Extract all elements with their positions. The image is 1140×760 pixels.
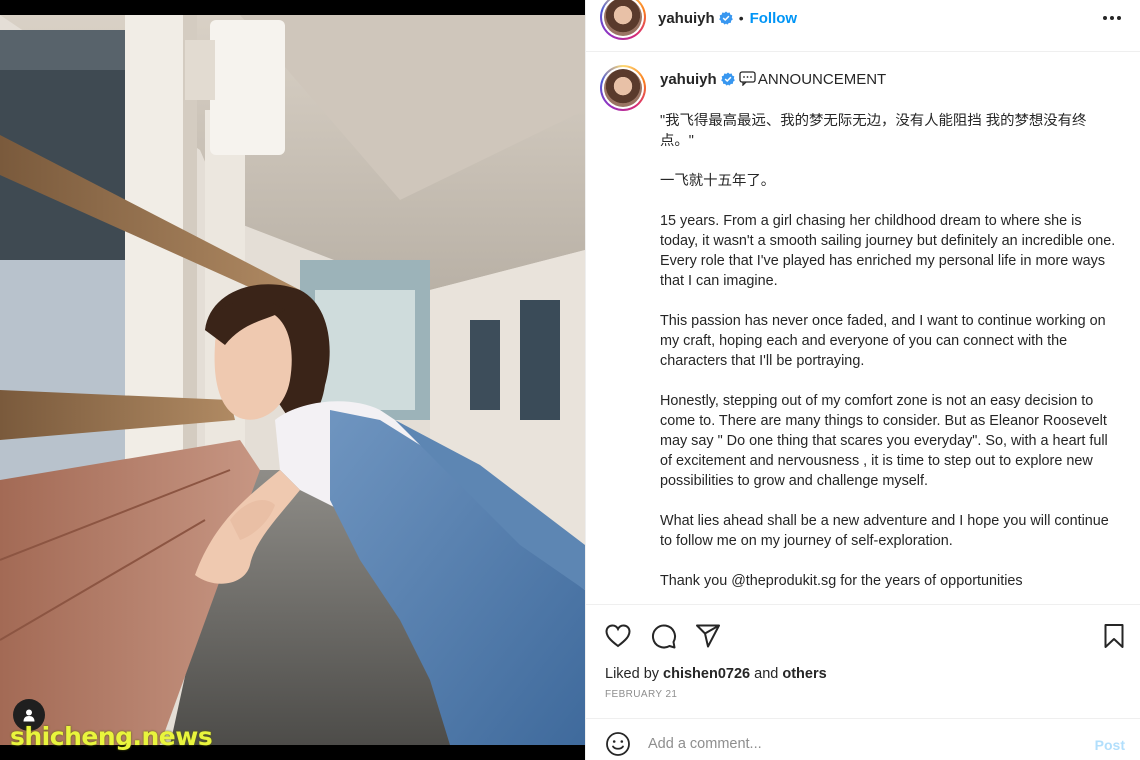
- comment-input[interactable]: [648, 733, 1068, 755]
- caption-paragraph: What lies ahead shall be a new adventure…: [660, 513, 1109, 549]
- bookmark-icon[interactable]: [1100, 622, 1128, 650]
- share-icon[interactable]: [694, 622, 722, 650]
- caption-text: "我飞得最高最远、我的梦无际无边，没有人能阻挡 我的梦想没有终点。" 一飞就十五…: [660, 111, 1120, 604]
- post-photo[interactable]: shicheng.news: [0, 0, 585, 760]
- caption-paragraph: This passion has never once faded, and I…: [660, 313, 1106, 369]
- header-user-line: yahuiyh • Follow: [658, 8, 797, 27]
- caption-paragraph: 一飞就十五年了。: [660, 173, 776, 189]
- likes-summary: Liked by chishen0726 and others: [605, 666, 827, 682]
- heart-icon[interactable]: [604, 622, 632, 650]
- caption-paragraph: "我飞得最高最远、我的梦无际无边，没有人能阻挡 我的梦想没有终点。": [660, 113, 1087, 149]
- more-options-icon[interactable]: [1101, 10, 1123, 26]
- caption-paragraph: Thank you @theprodukit.sg for the years …: [660, 573, 1023, 589]
- post-comment-button[interactable]: Post: [1095, 737, 1125, 753]
- speech-balloon-icon: [739, 71, 756, 86]
- post-date[interactable]: February 21: [605, 689, 677, 700]
- post-sidebar: yahuiyh • Follow yahuiyh ANNOUNCEMENT "我…: [585, 0, 1140, 760]
- emoji-icon[interactable]: [605, 731, 631, 757]
- caption-paragraph: Honestly, stepping out of my comfort zon…: [660, 393, 1108, 489]
- header-avatar[interactable]: [600, 0, 646, 40]
- photo-scene: [0, 15, 585, 745]
- header-separator: •: [738, 10, 744, 26]
- likes-prefix: Liked by: [605, 666, 660, 682]
- caption-avatar[interactable]: [600, 65, 646, 111]
- follow-button[interactable]: Follow: [750, 10, 798, 27]
- caption-announcement: ANNOUNCEMENT: [757, 71, 887, 88]
- comment-row: Post: [586, 718, 1140, 760]
- verified-badge-icon: [718, 11, 733, 25]
- likes-and: and: [754, 666, 779, 682]
- likes-others-link[interactable]: others: [782, 666, 826, 682]
- caption-username[interactable]: yahuiyh: [660, 71, 717, 88]
- liked-by-user-link[interactable]: chishen0726: [663, 666, 750, 682]
- caption-paragraph: 15 years. From a girl chasing her childh…: [660, 213, 1116, 289]
- header-username[interactable]: yahuiyh: [658, 10, 715, 27]
- verified-badge-icon: [720, 72, 735, 86]
- post-header: yahuiyh • Follow: [586, 0, 1140, 40]
- comment-icon[interactable]: [649, 622, 677, 650]
- caption-header: yahuiyh ANNOUNCEMENT: [660, 71, 886, 88]
- user-tag-icon: [23, 709, 35, 722]
- caption-scroll-area[interactable]: yahuiyh ANNOUNCEMENT "我飞得最高最远、我的梦无际无边，没有…: [586, 52, 1140, 604]
- action-bar: [586, 604, 1140, 664]
- watermark-text: shicheng.news: [10, 722, 213, 751]
